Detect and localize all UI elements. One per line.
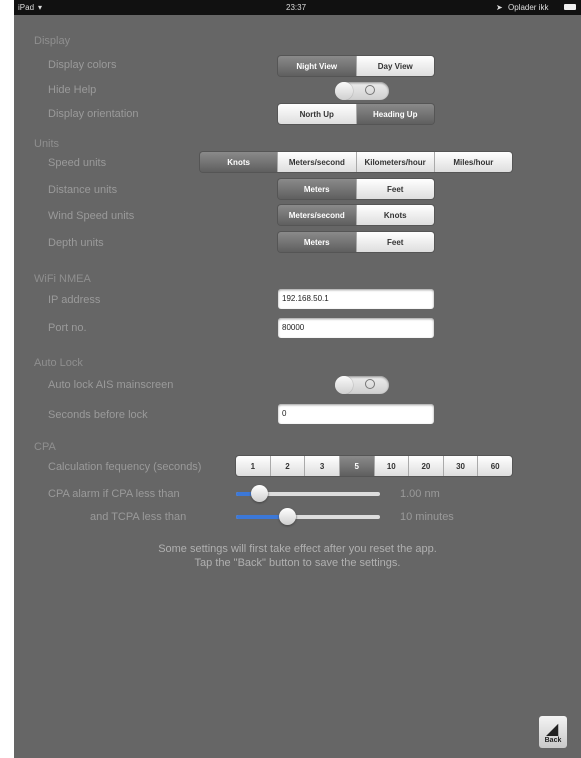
tcpa-value: 10 minutes xyxy=(400,511,454,523)
port-input[interactable]: 80000 xyxy=(278,318,434,338)
distance-units-segmented: Meters Feet xyxy=(278,179,434,199)
depth-units-segmented: Meters Feet xyxy=(278,232,434,252)
segment-wind-meters-second[interactable]: Meters/second xyxy=(278,205,357,225)
display-colors-segmented: Night View Day View xyxy=(278,56,434,76)
hide-help-toggle[interactable] xyxy=(335,82,389,100)
settings-screen: iPad ▾ 23:37 ➤ Oplader ikk Display Displ… xyxy=(14,0,581,758)
segment-freq-1[interactable]: 1 xyxy=(236,456,271,476)
auto-lock-ais-label: Auto lock AIS mainscreen xyxy=(48,379,174,391)
calculation-frequency-segmented: 1 2 3 5 10 20 30 60 xyxy=(236,456,512,476)
segment-freq-20[interactable]: 20 xyxy=(409,456,444,476)
display-orientation-segmented: North Up Heading Up xyxy=(278,104,434,124)
cpa-alarm-value: 1.00 nm xyxy=(400,488,440,500)
cpa-alarm-label: CPA alarm if CPA less than xyxy=(48,488,180,500)
section-header-display: Display xyxy=(34,35,71,47)
segment-freq-30[interactable]: 30 xyxy=(443,456,479,476)
toggle-off-icon xyxy=(365,379,375,389)
toggle-knob xyxy=(335,82,353,100)
slider-thumb[interactable] xyxy=(279,508,296,525)
slider-thumb[interactable] xyxy=(251,485,268,502)
segment-night-view[interactable]: Night View xyxy=(278,56,357,76)
battery-icon xyxy=(564,4,576,10)
segment-depth-meters[interactable]: Meters xyxy=(278,232,357,252)
cpa-alarm-slider[interactable] xyxy=(236,484,380,504)
wifi-icon: ▾ xyxy=(38,3,43,12)
segment-feet[interactable]: Feet xyxy=(356,179,434,199)
segment-freq-5[interactable]: 5 xyxy=(339,456,375,476)
segment-north-up[interactable]: North Up xyxy=(278,104,357,124)
segment-wind-knots[interactable]: Knots xyxy=(356,205,434,225)
wind-speed-units-segmented: Meters/second Knots xyxy=(278,205,434,225)
speed-units-label: Speed units xyxy=(48,157,107,169)
settings-note-line1: Some settings will first take effect aft… xyxy=(158,543,437,555)
seconds-before-lock-input[interactable]: 0 xyxy=(278,404,434,424)
location-arrow-icon: ➤ xyxy=(496,3,503,12)
tcpa-slider[interactable] xyxy=(236,507,380,527)
auto-lock-ais-toggle[interactable] xyxy=(335,376,389,394)
toggle-off-icon xyxy=(365,85,375,95)
wind-speed-units-label: Wind Speed units xyxy=(48,210,135,222)
carrier-label: iPad xyxy=(18,3,35,12)
status-time: 23:37 xyxy=(286,3,307,12)
segment-freq-60[interactable]: 60 xyxy=(478,456,512,476)
back-button[interactable]: ◢ Back xyxy=(539,716,567,748)
tcpa-label: and TCPA less than xyxy=(90,511,187,523)
hide-help-label: Hide Help xyxy=(48,84,97,96)
ip-address-label: IP address xyxy=(48,294,101,306)
k-logo-icon: ◢ xyxy=(546,719,559,738)
segment-knots[interactable]: Knots xyxy=(200,152,279,172)
toggle-knob xyxy=(335,376,353,394)
calculation-frequency-label: Calculation fequency (seconds) xyxy=(48,461,202,473)
segment-freq-3[interactable]: 3 xyxy=(305,456,340,476)
display-orientation-label: Display orientation xyxy=(48,108,139,120)
segment-meters-second[interactable]: Meters/second xyxy=(278,152,357,172)
segment-heading-up[interactable]: Heading Up xyxy=(356,104,434,124)
segment-depth-feet[interactable]: Feet xyxy=(356,232,434,252)
seconds-before-lock-label: Seconds before lock xyxy=(48,409,148,421)
section-header-units: Units xyxy=(34,138,60,150)
status-bar: iPad ▾ 23:37 ➤ Oplader ikk xyxy=(14,0,581,15)
segment-miles-hour[interactable]: Miles/hour xyxy=(434,152,512,172)
port-label: Port no. xyxy=(48,322,87,334)
settings-note-line2: Tap the "Back" button to save the settin… xyxy=(194,557,401,569)
speed-units-segmented: Knots Meters/second Kilometers/hour Mile… xyxy=(200,152,512,172)
segment-day-view[interactable]: Day View xyxy=(356,56,434,76)
segment-freq-2[interactable]: 2 xyxy=(270,456,306,476)
depth-units-label: Depth units xyxy=(48,237,104,249)
segment-meters[interactable]: Meters xyxy=(278,179,357,199)
back-button-label: Back xyxy=(544,737,562,744)
distance-units-label: Distance units xyxy=(48,184,118,196)
display-colors-label: Display colors xyxy=(48,59,117,71)
segment-kilometers-hour[interactable]: Kilometers/hour xyxy=(356,152,435,172)
battery-text: Oplader ikk xyxy=(508,3,549,12)
section-header-cpa: CPA xyxy=(34,441,56,453)
ip-address-input[interactable]: 192.168.50.1 xyxy=(278,289,434,309)
segment-freq-10[interactable]: 10 xyxy=(374,456,410,476)
section-header-wifi: WiFi NMEA xyxy=(34,273,91,285)
section-header-auto-lock: Auto Lock xyxy=(34,357,83,369)
